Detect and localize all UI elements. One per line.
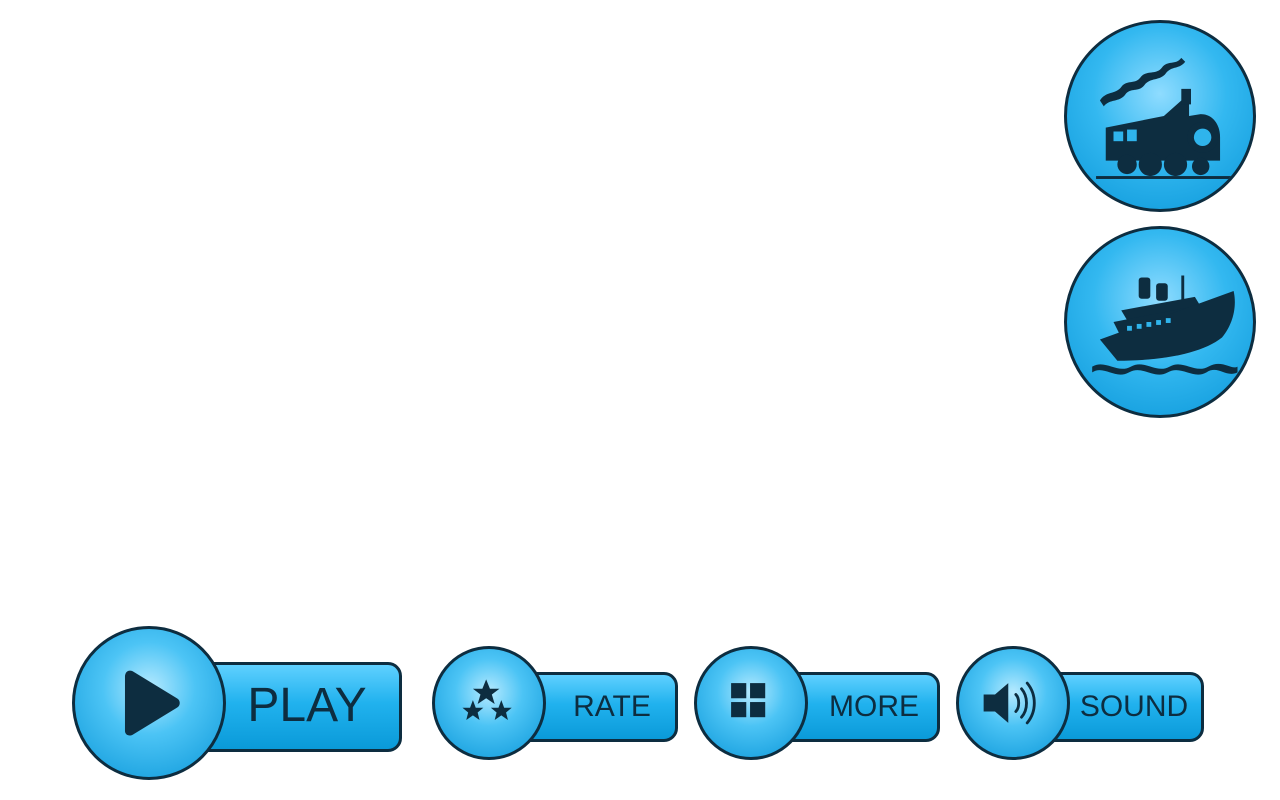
- play-button[interactable]: PLAY: [72, 626, 404, 780]
- sound-button-disc: [956, 646, 1070, 760]
- ship-icon: [1092, 275, 1238, 375]
- more-label: MORE: [829, 690, 919, 723]
- rate-label: RATE: [573, 690, 651, 723]
- more-button-disc: [694, 646, 808, 760]
- train-mode-button[interactable]: [1064, 20, 1256, 212]
- speaker-icon: [983, 681, 1036, 725]
- game-menu-screen: PLAY RATE MORE SOUND: [0, 0, 1280, 800]
- stars-icon: [462, 679, 512, 721]
- ship-mode-button[interactable]: [1064, 226, 1256, 418]
- grid-icon: [731, 683, 766, 718]
- sound-button[interactable]: SOUND: [956, 646, 1206, 760]
- sound-label: SOUND: [1079, 690, 1189, 723]
- more-button[interactable]: MORE: [694, 646, 942, 760]
- play-button-disc: [72, 626, 226, 780]
- play-label: PLAY: [247, 679, 367, 732]
- rate-button[interactable]: RATE: [432, 646, 680, 760]
- steam-train-icon: [1096, 57, 1232, 179]
- play-icon: [124, 670, 180, 736]
- rate-button-disc: [432, 646, 546, 760]
